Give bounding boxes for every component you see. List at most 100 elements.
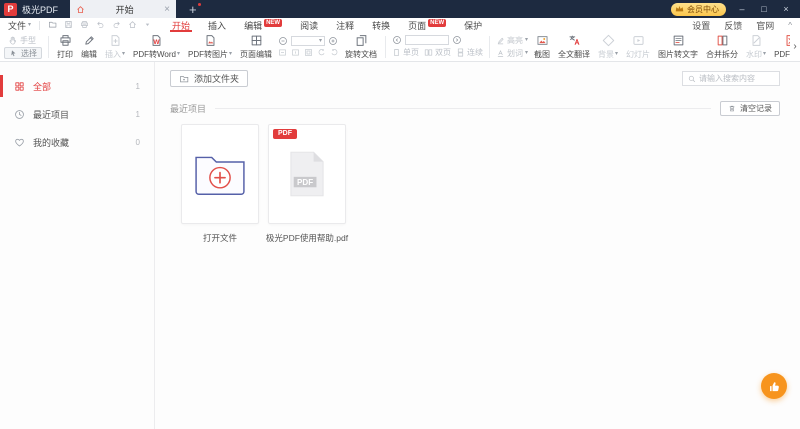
rotate-left-icon[interactable] <box>317 48 326 57</box>
hand-tool-button[interactable]: 手型 <box>4 34 42 46</box>
menu-item[interactable]: 保护 <box>455 18 491 32</box>
select-tool-button[interactable]: 选择 <box>4 47 42 59</box>
print-button[interactable] <box>80 20 89 31</box>
sidebar-item[interactable]: 我的收藏 0 <box>0 128 154 156</box>
dropdown-button[interactable] <box>144 20 151 30</box>
trash-icon <box>728 104 736 113</box>
menu-item[interactable]: 注释 <box>327 18 363 32</box>
toolbar-button[interactable]: 编辑 <box>77 32 101 61</box>
member-center-button[interactable]: 会员中心 <box>671 2 726 16</box>
toolbar-button[interactable]: 图片转文字 <box>654 32 702 61</box>
menu-item[interactable]: 转换 <box>363 18 399 32</box>
page-number-input[interactable] <box>405 35 450 45</box>
chevron-down-icon: ▾ <box>763 51 767 57</box>
rotate-right-icon[interactable] <box>330 48 339 57</box>
zoom-in-icon[interactable] <box>328 36 338 46</box>
chevron-down-icon: ▾ <box>176 51 180 57</box>
word-underline-icon <box>496 49 505 58</box>
sidebar-item[interactable]: 最近项目 1 <box>0 100 154 128</box>
chevron-down-icon: ▾ <box>525 50 529 56</box>
undo-button[interactable] <box>96 20 105 31</box>
word-select-button[interactable]: 划词 ▾ <box>496 48 528 59</box>
pdf-to-word-icon: W <box>150 34 163 47</box>
open-folder-button[interactable] <box>48 20 57 31</box>
highlight-pen-icon <box>496 36 505 45</box>
clear-records-button[interactable]: 清空记录 <box>720 101 780 116</box>
zoom-level-select[interactable]: ▾ <box>291 36 326 46</box>
folder-add-icon <box>192 151 248 197</box>
search-input[interactable] <box>699 74 774 83</box>
home-tab-icon <box>76 5 85 14</box>
divider <box>48 35 49 58</box>
file-card-label: 极光PDF使用帮助.pdf <box>265 233 349 243</box>
clock-icon <box>14 109 25 120</box>
add-folder-button[interactable]: 添加文件夹 <box>170 70 249 87</box>
redo-button[interactable] <box>112 20 121 31</box>
new-tab-red-dot <box>197 2 201 6</box>
rotate-document-button[interactable]: 旋转文档 <box>341 32 381 61</box>
item-count: 1 <box>135 109 140 119</box>
insert-doc-icon <box>109 34 122 47</box>
toolbar-button[interactable]: W PDF转Word ▾ <box>129 32 184 61</box>
close-button[interactable]: × <box>780 4 792 14</box>
menu-link[interactable]: 反馈 <box>724 19 742 32</box>
collapse-ribbon-icon[interactable]: ^ <box>788 21 792 30</box>
maximize-button[interactable]: □ <box>758 4 770 14</box>
toolbar-button[interactable]: 水印 ▾ <box>742 32 770 61</box>
view-mode-button[interactable]: 双页 <box>424 47 451 58</box>
menu-item[interactable]: 编辑 NEW <box>235 18 291 32</box>
cursor-icon <box>9 49 18 58</box>
menu-link[interactable]: 官网 <box>756 19 774 32</box>
tab-home[interactable]: 开始 × <box>70 0 177 18</box>
recent-pdf-card[interactable]: PDF PDF <box>268 124 346 224</box>
rotate-document-icon <box>355 34 368 47</box>
toolbar-button[interactable]: 幻灯片 <box>622 32 654 61</box>
fit-width-icon[interactable] <box>278 48 287 57</box>
search-icon <box>688 75 696 83</box>
menubar: 文件 ▾ 开始 插入 编辑 NEW 阅读 注释 转换 页面 NEW 保护 设置 反馈… <box>0 18 800 32</box>
svg-text:PDF: PDF <box>297 178 313 187</box>
toolbar-more-chevron[interactable]: › <box>790 32 800 60</box>
highlight-button[interactable]: 高亮 ▾ <box>496 35 528 46</box>
file-menu[interactable]: 文件 ▾ <box>8 19 31 32</box>
single-page-icon <box>392 48 401 57</box>
toolbar-button[interactable]: 全文翻译 <box>554 32 594 61</box>
feedback-fab-button[interactable] <box>761 373 787 399</box>
printer-icon <box>59 34 72 47</box>
menu-item[interactable]: 插入 <box>199 18 235 32</box>
toolbar-button[interactable]: 合并拆分 <box>702 32 742 61</box>
view-mode-button[interactable]: 连续 <box>456 47 483 58</box>
home-button[interactable] <box>128 20 137 31</box>
zoom-out-icon[interactable] <box>278 36 288 46</box>
chevron-down-icon: ▾ <box>122 51 126 57</box>
chevron-down-icon: ▾ <box>229 51 233 57</box>
new-tab-button[interactable]: + <box>186 2 201 16</box>
open-file-card[interactable] <box>181 124 259 224</box>
tab-close-icon[interactable]: × <box>164 4 170 15</box>
menu-item[interactable]: 阅读 <box>291 18 327 32</box>
toolbar-button[interactable]: PDF转图片 ▾ <box>184 32 236 61</box>
sidebar-item[interactable]: 全部 1 <box>0 72 154 100</box>
toolbar-button[interactable]: 插入 ▾ <box>101 32 129 61</box>
next-page-icon[interactable] <box>452 35 462 45</box>
previous-page-icon[interactable] <box>392 35 402 45</box>
minimize-button[interactable]: – <box>736 4 748 14</box>
new-badge: NEW <box>428 18 447 27</box>
view-mode-button[interactable]: 单页 <box>392 47 419 58</box>
double-page-icon <box>424 48 433 57</box>
menu-item[interactable]: 页面 NEW <box>399 18 455 32</box>
fit-page-icon[interactable] <box>304 48 313 57</box>
menu-item[interactable]: 开始 <box>163 18 199 32</box>
search-box[interactable] <box>682 71 780 86</box>
menu-link[interactable]: 设置 <box>692 19 710 32</box>
toolbar-button[interactable]: 截图 <box>530 32 554 61</box>
toolbar-button[interactable]: 页面编辑 <box>236 32 276 61</box>
app-logo-icon: P <box>4 2 17 16</box>
pdf-badge: PDF <box>273 129 297 140</box>
toolbar-button[interactable]: 打印 <box>53 32 77 61</box>
translate-icon <box>568 34 581 47</box>
save-button[interactable] <box>64 20 73 31</box>
toolbar-button[interactable]: 背景 ▾ <box>594 32 622 61</box>
actual-size-icon[interactable] <box>291 48 300 57</box>
file-card: PDF PDF 极光PDF使用帮助.pdf <box>265 124 349 244</box>
